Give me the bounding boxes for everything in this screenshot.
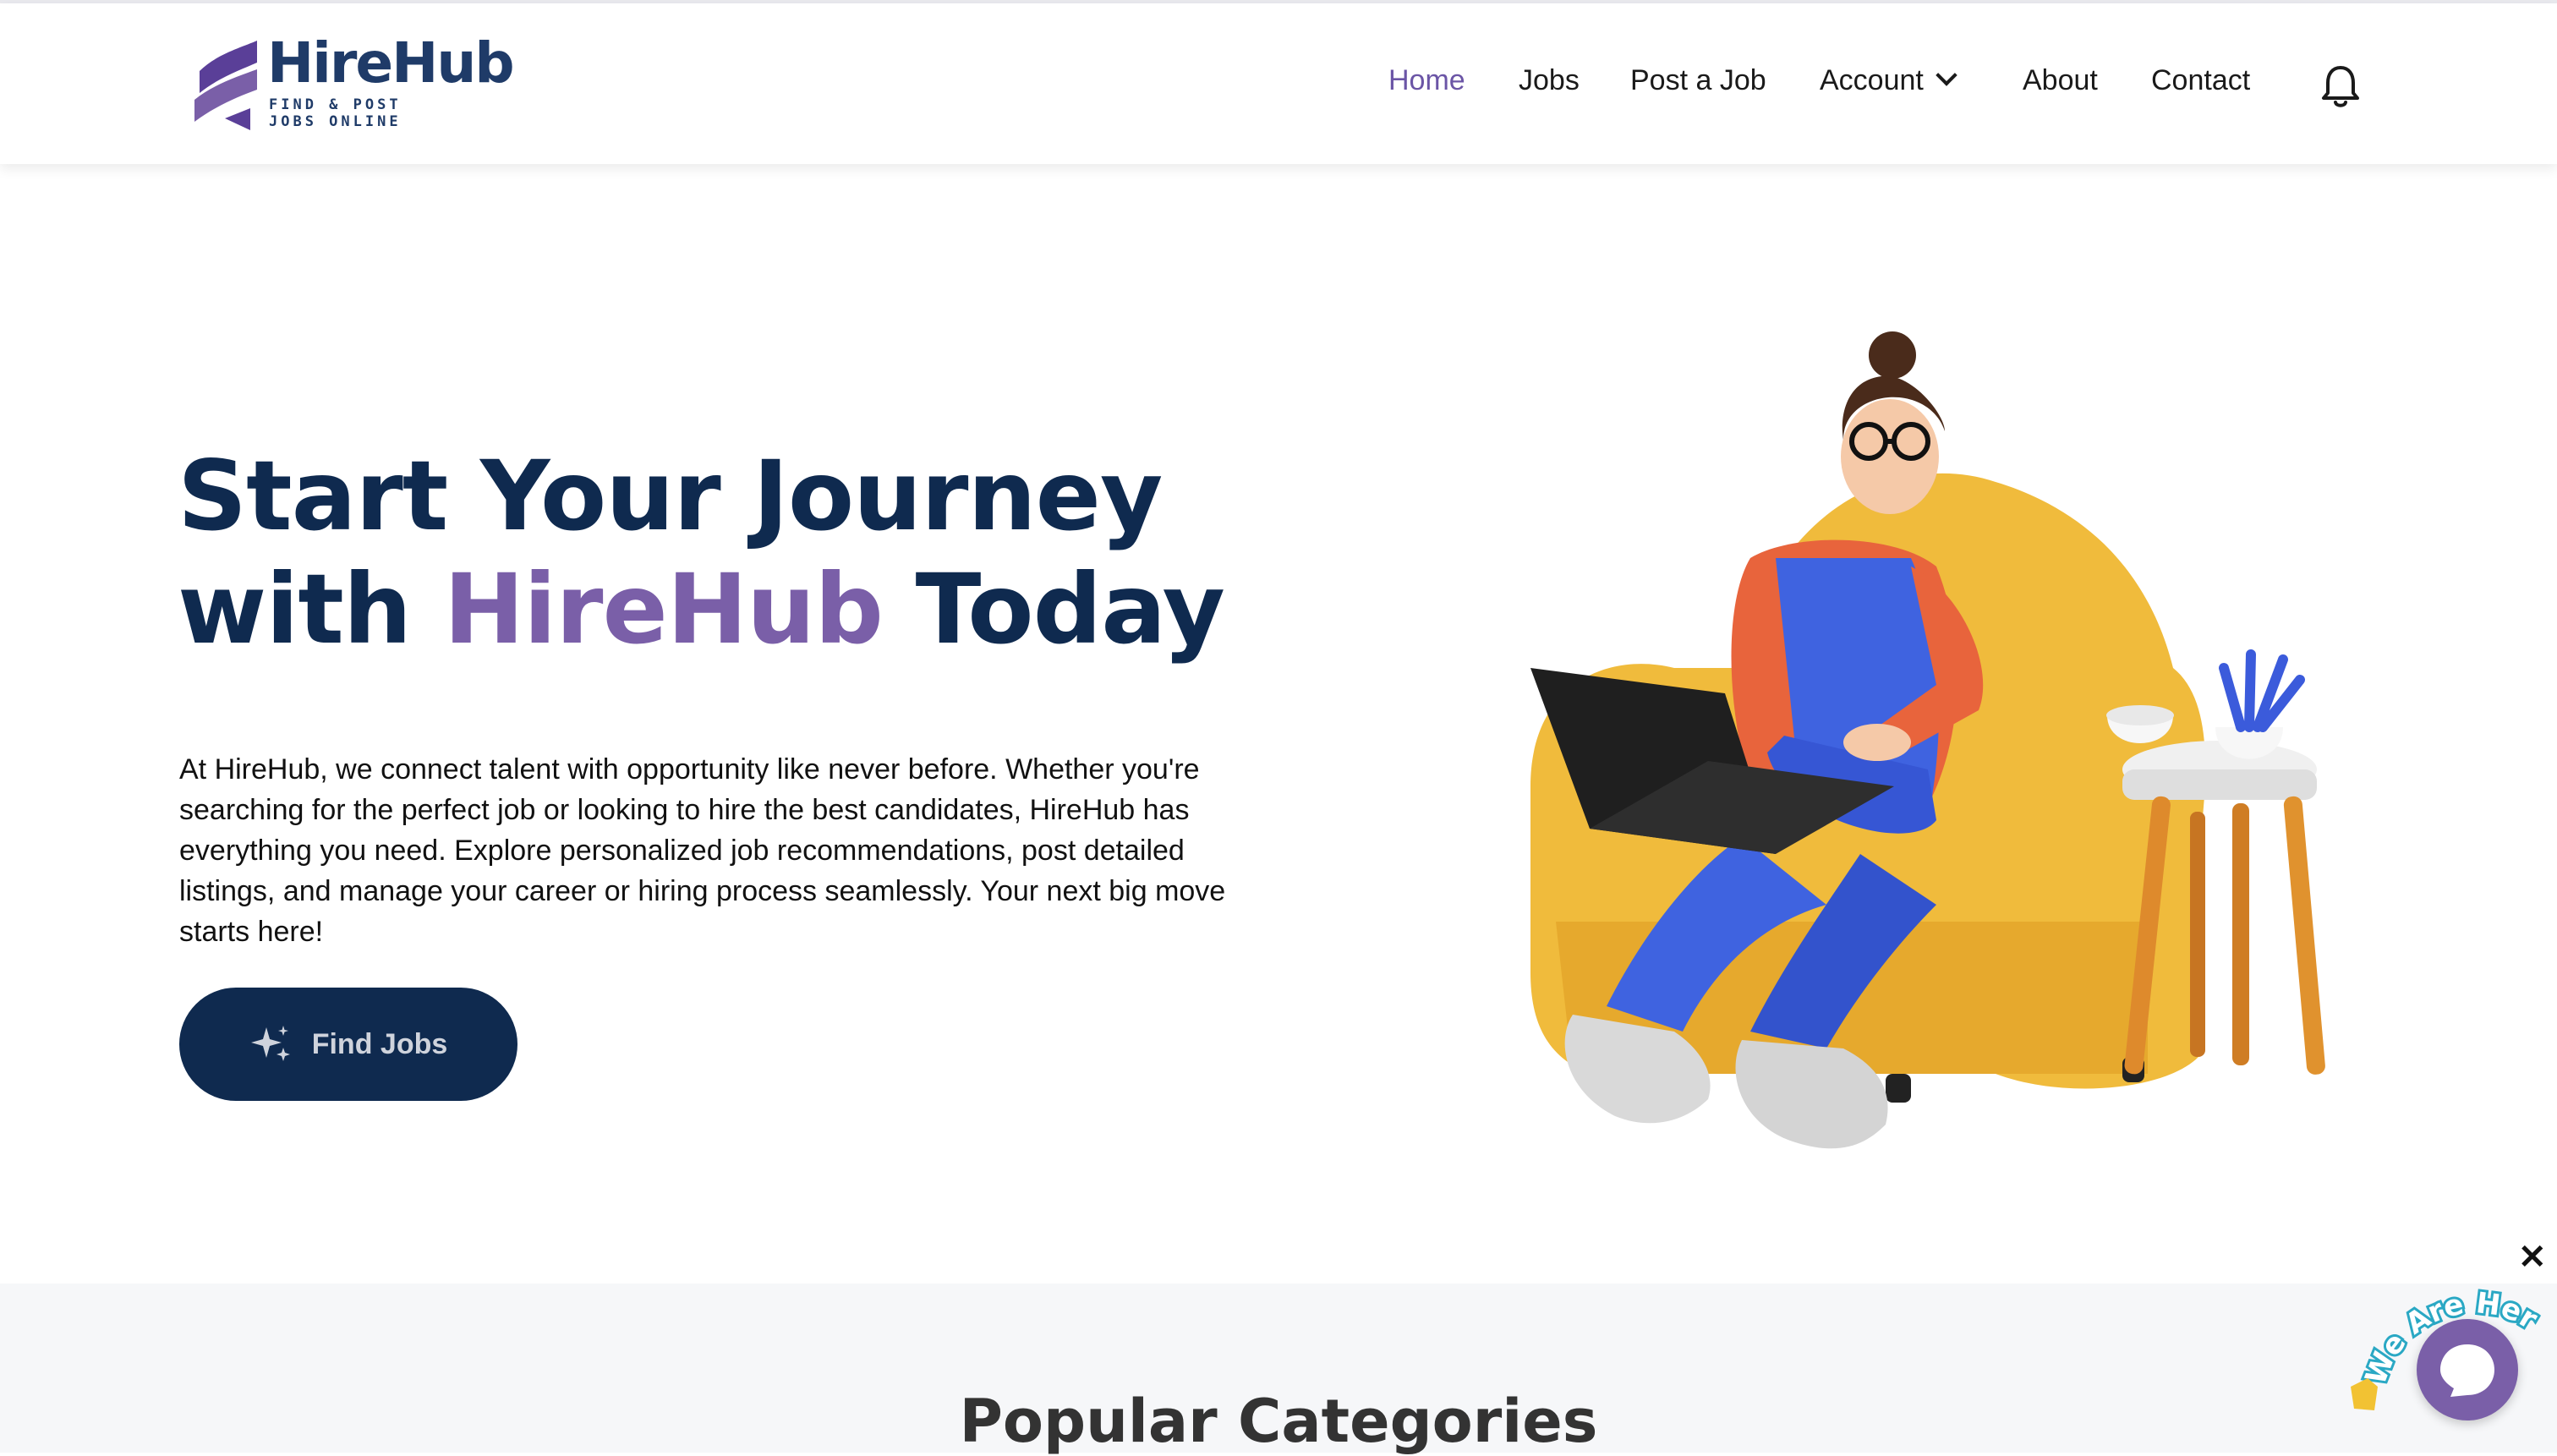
hero-illustration bbox=[1530, 331, 2325, 1149]
logo-tagline-line2: JOBS ONLINE bbox=[269, 113, 402, 130]
bell-icon[interactable] bbox=[2320, 64, 2361, 108]
nav-post-a-job[interactable]: Post a Job bbox=[1630, 64, 1766, 97]
nav-account-label: Account bbox=[1820, 64, 1924, 96]
nav-home[interactable]: Home bbox=[1388, 64, 1465, 97]
chevron-down-icon bbox=[1936, 64, 1957, 86]
nav-contact[interactable]: Contact bbox=[2151, 64, 2250, 97]
find-jobs-button[interactable]: Find Jobs bbox=[179, 988, 517, 1101]
hero-title-today: Today bbox=[915, 553, 1225, 665]
nav-about[interactable]: About bbox=[2023, 64, 2098, 97]
chat-launcher-button[interactable] bbox=[2417, 1319, 2518, 1420]
nav-account[interactable]: Account bbox=[1820, 64, 1957, 97]
find-jobs-label: Find Jobs bbox=[311, 1027, 448, 1060]
nav-jobs[interactable]: Jobs bbox=[1519, 64, 1580, 97]
sparkle-icon bbox=[250, 1026, 290, 1061]
hero-description: At HireHub, we connect talent with oppor… bbox=[179, 753, 1226, 948]
site-header: HireHub FIND & POST JOBS ONLINE Home Job… bbox=[0, 3, 2557, 164]
hero-title-brand: HireHub bbox=[443, 553, 884, 665]
chat-bubble-icon bbox=[2440, 1344, 2494, 1397]
main-nav: Home Jobs Post a Job Account About Conta… bbox=[0, 64, 2557, 107]
waving-hand-icon bbox=[2351, 1378, 2378, 1410]
hero-title-with: with bbox=[178, 553, 412, 665]
hero-title-line1: Start Your Journey bbox=[178, 440, 1163, 552]
hero-title: Start Your Journey with HireHub Today bbox=[178, 440, 1277, 666]
categories-title: Popular Categories bbox=[959, 1387, 1598, 1456]
